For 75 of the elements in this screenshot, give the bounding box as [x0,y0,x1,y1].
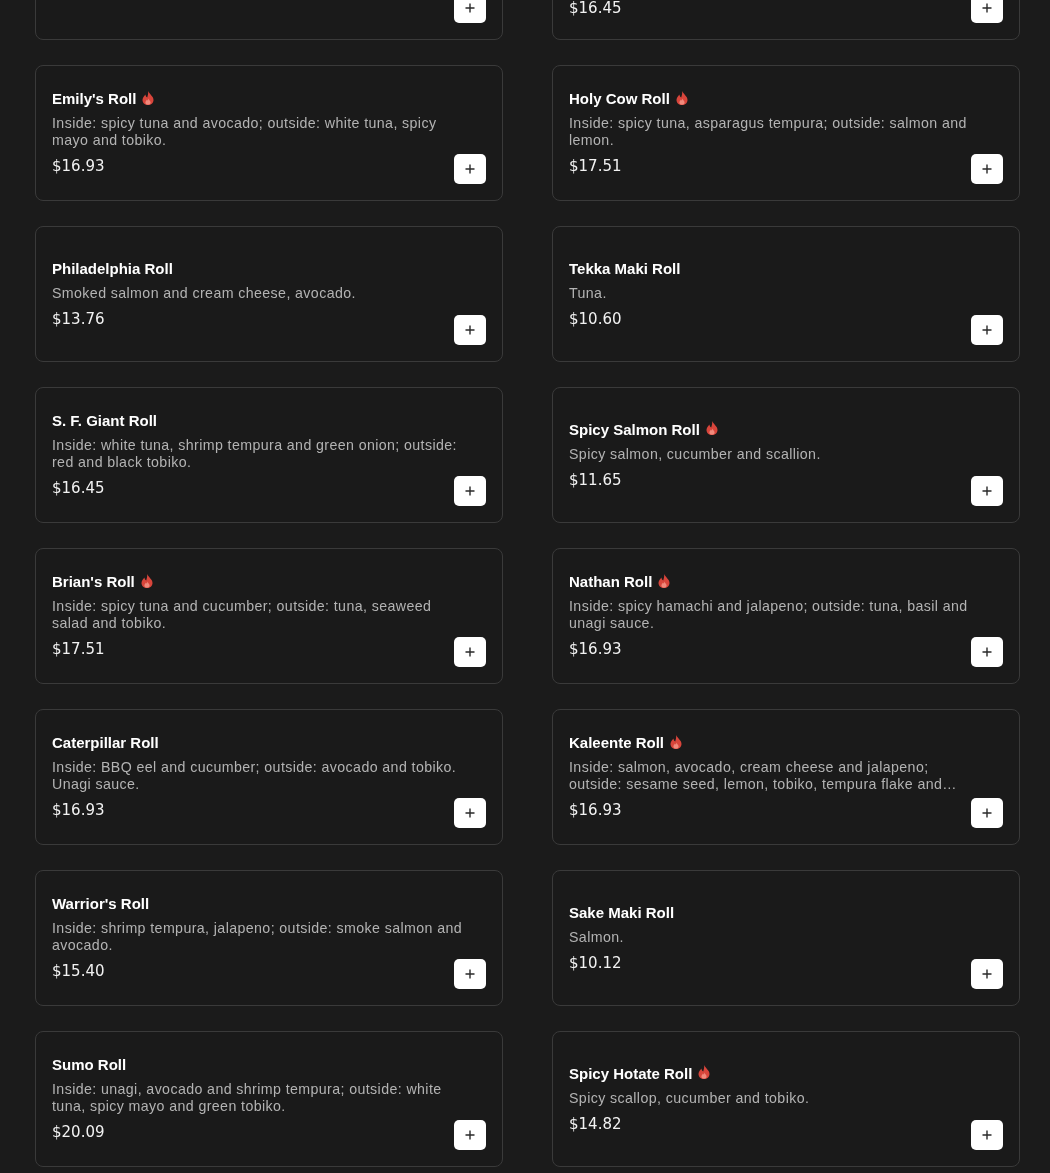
add-button[interactable] [971,798,1003,828]
item-name: Tekka Maki Roll [569,258,681,279]
item-name: Spicy Hotate Roll [569,1063,693,1084]
add-button[interactable] [454,798,486,828]
add-button[interactable] [971,637,1003,667]
item-price: $13.76 [52,308,105,330]
plus-icon [465,647,475,657]
plus-icon [465,808,475,818]
plus-icon [982,647,992,657]
item-name: Caterpillar Roll [52,733,159,753]
plus-icon [465,1130,475,1140]
plus-icon [465,325,475,335]
add-button[interactable] [971,1120,1003,1150]
plus-icon [982,969,992,979]
item-description: Inside: spicy hamachi and jalapeno; outside: tuna, basil and unagi sauce. [569,598,969,632]
item-description: Spicy salmon, cucumber and scallion. [569,445,821,463]
item-price: $16.93 [569,800,622,821]
item-price: $16.45 [569,0,622,19]
add-button[interactable] [971,959,1003,989]
item-name: Brian's Roll [52,572,135,592]
item-price: $10.60 [569,308,622,330]
item-price: $16.93 [52,800,105,821]
item-price: $20.09 [52,1122,105,1143]
plus-icon [982,1130,992,1140]
item-price: $16.93 [52,156,105,177]
plus-icon [465,969,475,979]
item-description: Inside: BBQ eel and cucumber; outside: avocado and tobiko. Unagi sauce. [52,759,458,793]
item-price: $14.82 [569,1113,622,1135]
item-name: Holy Cow Roll [569,89,670,109]
item-price: $15.40 [52,961,105,982]
item-description: Salmon. [569,928,624,946]
add-button[interactable] [454,0,486,23]
item-name: Emily's Roll [52,89,137,109]
add-button[interactable] [454,1120,486,1150]
plus-icon [982,808,992,818]
add-button[interactable] [971,476,1003,506]
item-name: Sake Maki Roll [569,902,675,923]
plus-icon [465,164,475,174]
item-name: Spicy Salmon Roll [569,419,700,440]
item-description: Inside: spicy tuna, asparagus tempura; outside: salmon and lemon. [569,115,968,149]
item-price: $16.45 [52,478,105,499]
add-button[interactable] [454,476,486,506]
item-description: Inside: spicy tuna and avocado; outside: white tuna, spicy mayo and tobiko. [52,115,438,149]
item-description: Inside: unagi, avocado and shrimp tempura; outside: white tuna, spicy mayo and green tobiko. [52,1081,443,1115]
item-description: Tuna. [569,284,607,302]
plus-icon [982,486,992,496]
item-name: Kaleente Roll [569,733,665,753]
item-price: $17.51 [52,639,105,660]
item-name: Nathan Roll [569,572,653,592]
plus-icon [465,486,475,496]
item-description: Inside: shrimp tempura, jalapeno; outside: smoke salmon and avocado. [52,920,464,954]
item-price: $17.51 [569,156,622,177]
item-description: Spicy scallop, cucumber and tobiko. [569,1089,810,1107]
item-price: $11.65 [569,469,622,491]
plus-icon [982,325,992,335]
add-button[interactable] [454,315,486,345]
add-button[interactable] [454,959,486,989]
item-description: Inside: white tuna, shrimp tempura and green onion; outside: red and black tobiko. [52,437,458,471]
item-description: Inside: salmon, avocado, cream cheese and jalapeno; outside: sesame seed, lemon, tobiko, tempura flake and… [569,759,958,793]
item-description: Smoked salmon and cream cheese, avocado. [52,284,356,302]
add-button[interactable] [971,315,1003,345]
item-price: $10.12 [569,952,622,974]
plus-icon [982,164,992,174]
item-name: S. F. Giant Roll [52,411,157,431]
add-button[interactable] [971,154,1003,184]
item-name: Sumo Roll [52,1055,127,1075]
item-price: $16.93 [569,639,622,660]
plus-icon [982,3,992,13]
item-name: Warrior's Roll [52,894,150,914]
add-button[interactable] [454,637,486,667]
plus-icon [465,3,475,13]
add-button[interactable] [454,154,486,184]
item-description: Inside: spicy tuna and cucumber; outside: tuna, seaweed salad and tobiko. [52,598,433,632]
add-button[interactable] [971,0,1003,23]
item-name: Philadelphia Roll [52,258,173,279]
